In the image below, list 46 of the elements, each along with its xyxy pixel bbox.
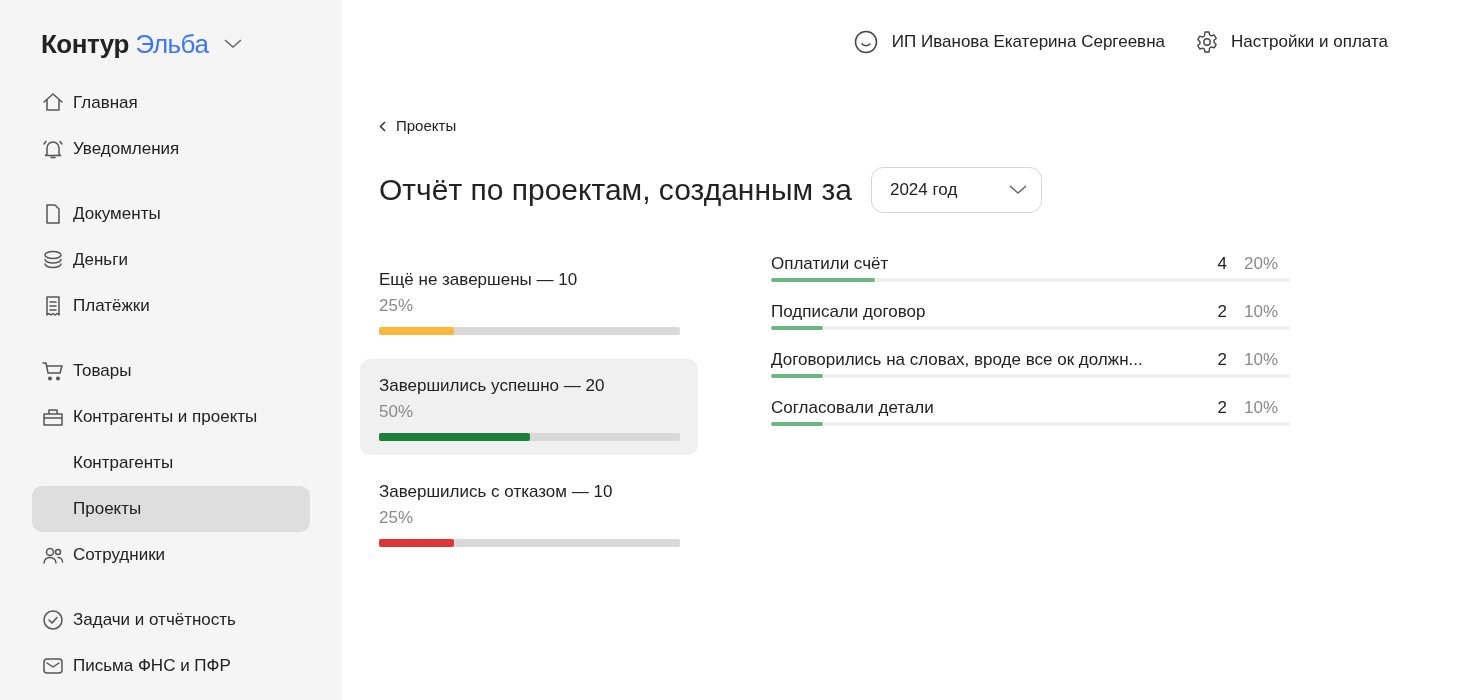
- nav-item[interactable]: Проекты: [32, 486, 310, 532]
- stage-count: 2: [1216, 396, 1227, 419]
- settings-link[interactable]: Настройки и оплата: [1231, 29, 1388, 55]
- nav-item[interactable]: Главная: [32, 80, 310, 126]
- stage-count: 2: [1216, 348, 1227, 371]
- nav-item[interactable]: Товары: [32, 348, 310, 394]
- nav-item[interactable]: Сотрудники: [32, 532, 310, 578]
- year-select[interactable]: 2024 год: [870, 166, 1042, 213]
- chevron-left-icon: [379, 120, 386, 132]
- status-label: Завершились успешно — 20: [379, 374, 606, 397]
- smile-icon[interactable]: [853, 30, 878, 54]
- stage-label: Подписали договор: [771, 300, 927, 323]
- status-label: Завершились с отказом — 10: [379, 480, 614, 503]
- page-title: Отчёт по проектам, созданным за: [379, 172, 852, 208]
- chevron-down-icon[interactable]: [224, 39, 243, 49]
- settings-icon[interactable]: [1195, 30, 1219, 54]
- nav-item[interactable]: Контрагенты и проекты: [32, 394, 310, 440]
- stage-percent: 10%: [1242, 396, 1279, 419]
- status-percent: 50%: [379, 400, 415, 423]
- nav-item[interactable]: Письма ФНС и ПФР: [32, 643, 310, 689]
- nav-item[interactable]: Платёжки: [32, 283, 310, 329]
- user-name[interactable]: ИП Иванова Екатерина Сергеевна: [891, 29, 1165, 55]
- status-percent: 25%: [379, 294, 415, 317]
- back-link[interactable]: Проекты: [379, 115, 457, 138]
- stage-percent: 10%: [1242, 300, 1279, 323]
- logo[interactable]: Контур Эльба: [41, 31, 209, 57]
- status-card[interactable]: Завершились успешно — 20 50%: [360, 358, 698, 455]
- status-label: Ещё не завершены — 10: [379, 268, 579, 291]
- stage-label: Оплатили счёт: [771, 252, 890, 275]
- nav-item[interactable]: Контрагенты: [32, 440, 310, 486]
- stage-percent: 20%: [1242, 252, 1279, 275]
- stage-label: Согласовали детали: [771, 396, 935, 419]
- status-card[interactable]: Завершились с отказом — 10 25%: [360, 464, 698, 561]
- status-percent: 25%: [379, 506, 415, 529]
- check-circle-icon: [41, 608, 65, 632]
- stage-label: Договорились на словах, вроде все ок должн...: [771, 348, 1144, 371]
- chevron-down-icon: [1008, 184, 1027, 195]
- stage-percent: 10%: [1242, 348, 1279, 371]
- status-card[interactable]: Ещё не завершены — 10 25%: [360, 252, 698, 349]
- cart-icon: [41, 359, 65, 383]
- nav-item[interactable]: Уведомления: [32, 126, 310, 172]
- nav-item[interactable]: Деньги: [32, 237, 310, 283]
- stage-count: 2: [1216, 300, 1227, 323]
- stage-count: 4: [1216, 252, 1227, 275]
- nav-item[interactable]: Задачи и отчётность: [32, 597, 310, 643]
- nav-item[interactable]: Документы: [32, 191, 310, 237]
